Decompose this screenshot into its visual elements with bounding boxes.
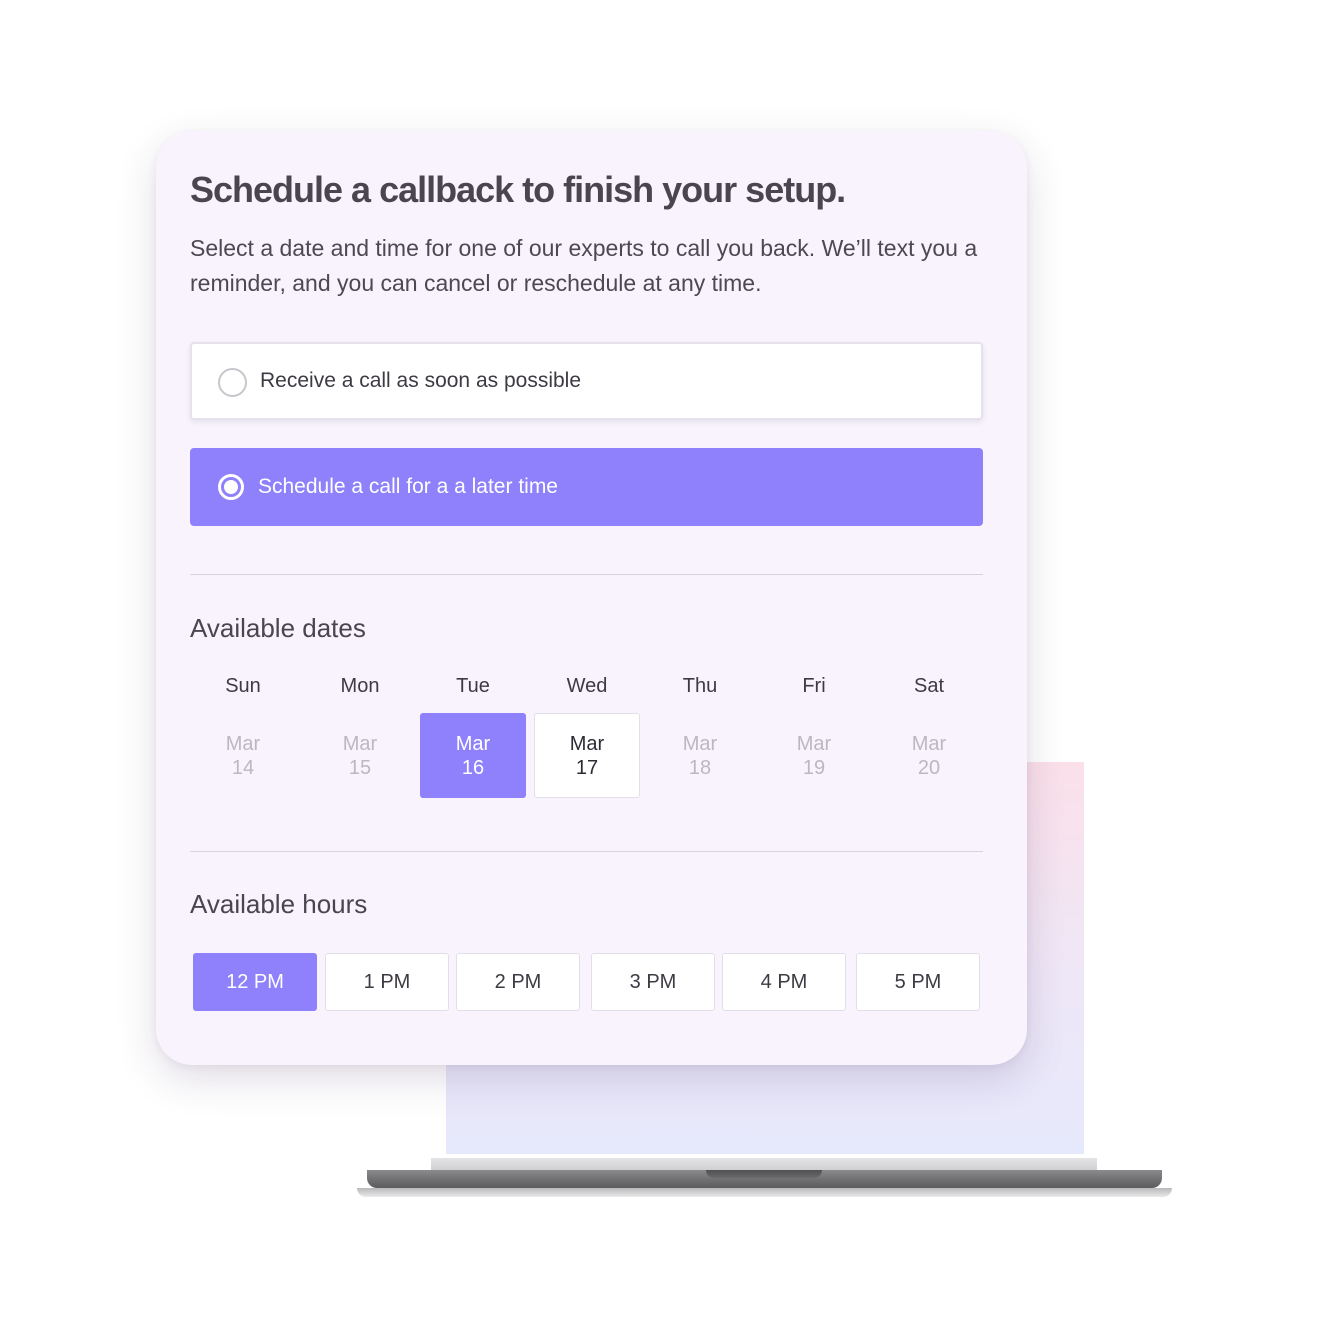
laptop-foot	[357, 1188, 1172, 1197]
date-day: 17	[575, 756, 599, 779]
date-cell-mar-15: Mar 15	[307, 713, 413, 798]
date-column-thu: Thu Mar 18	[647, 671, 753, 801]
date-cell-mar-20: Mar 20	[876, 713, 982, 798]
day-of-week-label: Fri	[802, 675, 826, 697]
hour-slot-4pm[interactable]: 4 PM	[722, 953, 846, 1011]
date-day: 16	[461, 756, 485, 779]
stage: Schedule a callback to finish your setup…	[0, 0, 1330, 1330]
hour-picker: 12 PM 1 PM 2 PM 3 PM 4 PM 5 PM	[193, 953, 983, 1011]
day-of-week-label: Sun	[225, 675, 261, 697]
callback-card: Schedule a callback to finish your setup…	[156, 131, 1027, 1065]
date-picker: Sun Mar 14 Mon Mar 15 Tue Mar 16 Wed Mar…	[190, 671, 983, 801]
day-of-week-label: Sat	[913, 675, 945, 697]
option-call-asap-label: Receive a call as soon as possible	[260, 369, 582, 392]
option-call-asap[interactable]: Receive a call as soon as possible	[190, 342, 983, 420]
date-month: Mar	[455, 732, 491, 755]
date-month: Mar	[342, 732, 378, 755]
date-month: Mar	[225, 732, 261, 755]
option-schedule-later-label: Schedule a call for a a later time	[258, 475, 558, 498]
laptop-trackpad-notch	[706, 1170, 822, 1178]
card-title: Schedule a callback to finish your setup…	[190, 169, 846, 210]
date-month: Mar	[911, 732, 947, 755]
hour-slot-5pm[interactable]: 5 PM	[856, 953, 980, 1011]
date-cell-mar-14: Mar 14	[190, 713, 296, 798]
date-column-fri: Fri Mar 19	[761, 671, 867, 801]
radio-unchecked-icon[interactable]	[218, 368, 247, 397]
date-day: 20	[917, 756, 941, 779]
day-of-week-label: Thu	[682, 675, 718, 697]
day-of-week-label: Mon	[340, 675, 380, 697]
date-cell-mar-19: Mar 19	[761, 713, 867, 798]
date-cell-mar-18: Mar 18	[647, 713, 753, 798]
date-column-wed: Wed Mar 17	[534, 671, 640, 801]
date-month: Mar	[796, 732, 832, 755]
date-column-sun: Sun Mar 14	[190, 671, 296, 801]
date-month: Mar	[682, 732, 718, 755]
date-column-tue: Tue Mar 16	[420, 671, 526, 801]
date-cell-mar-17[interactable]: Mar 17	[534, 713, 640, 798]
option-schedule-later[interactable]: Schedule a call for a a later time	[190, 448, 983, 526]
date-day: 14	[231, 756, 255, 779]
hour-slot-2pm[interactable]: 2 PM	[456, 953, 580, 1011]
date-day: 18	[688, 756, 712, 779]
available-dates-title: Available dates	[190, 613, 366, 643]
hour-slot-3pm[interactable]: 3 PM	[591, 953, 715, 1011]
hour-slot-12pm[interactable]: 12 PM	[193, 953, 317, 1011]
date-column-sat: Sat Mar 20	[876, 671, 982, 801]
available-hours-title: Available hours	[190, 889, 368, 919]
day-of-week-label: Tue	[456, 675, 490, 697]
date-cell-mar-16[interactable]: Mar 16	[420, 713, 526, 798]
divider	[190, 574, 983, 575]
divider	[190, 851, 983, 852]
date-column-mon: Mon Mar 15	[307, 671, 413, 801]
hour-slot-1pm[interactable]: 1 PM	[325, 953, 449, 1011]
card-description: Select a date and time for one of our ex…	[190, 235, 978, 296]
date-day: 15	[348, 756, 372, 779]
date-month: Mar	[569, 732, 605, 755]
radio-checked-icon[interactable]	[218, 474, 244, 500]
day-of-week-label: Wed	[566, 675, 608, 697]
date-day: 19	[802, 756, 826, 779]
